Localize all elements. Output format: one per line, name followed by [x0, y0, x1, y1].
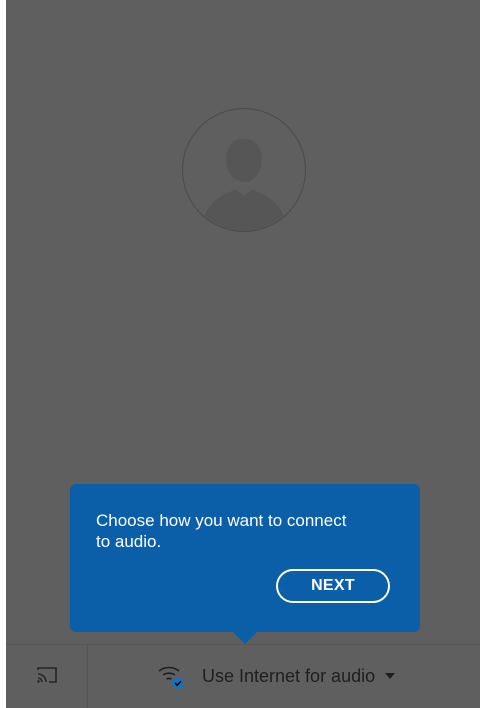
audio-tooltip: Choose how you want to connect to audio.… [70, 484, 420, 632]
tooltip-pointer [233, 632, 257, 644]
cast-button[interactable] [6, 645, 88, 708]
caret-down-icon [385, 673, 396, 679]
next-button[interactable]: NEXT [276, 569, 390, 603]
avatar-placeholder-icon [182, 108, 306, 232]
bottom-bar: Use Internet for audio [6, 644, 480, 708]
audio-option-label: Use Internet for audio [202, 665, 376, 686]
wifi-audio-icon [156, 661, 186, 691]
tooltip-message: Choose how you want to connect to audio. [96, 511, 347, 551]
cast-icon [36, 666, 58, 689]
audio-option-selector[interactable]: Use Internet for audio [156, 659, 396, 693]
meeting-screen: Choose how you want to connect to audio.… [6, 0, 480, 708]
